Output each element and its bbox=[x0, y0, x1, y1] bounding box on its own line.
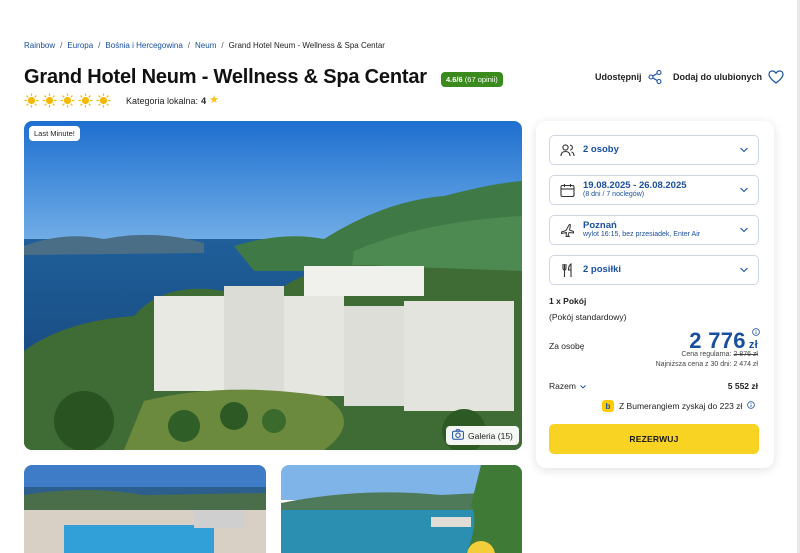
sun-icon bbox=[60, 93, 75, 108]
share-label: Udostępnij bbox=[595, 72, 642, 82]
regular-price: Cena regularna: 2 876 zł bbox=[681, 351, 758, 358]
breadcrumb-link-bosnia[interactable]: Bośnia i Hercegowina bbox=[105, 41, 182, 50]
price-currency: zł bbox=[748, 339, 758, 351]
lowest-price: Najniższa cena z 30 dni: 2 474 zł bbox=[656, 361, 758, 368]
share-button[interactable]: Udostępnij bbox=[595, 70, 662, 84]
bumerang-logo-icon: b bbox=[602, 400, 614, 412]
share-icon bbox=[647, 70, 662, 84]
rating-badge[interactable]: 4.6/6 (67 opinii) bbox=[441, 72, 503, 87]
rating-value: 4.6/6 bbox=[446, 75, 463, 84]
gallery-label: Galeria (15) bbox=[468, 430, 513, 441]
total-value: 5 552 zł bbox=[727, 381, 758, 391]
main-hotel-photo[interactable] bbox=[24, 121, 522, 450]
dates-select[interactable]: 19.08.2025 - 26.08.2025 (8 dni / 7 nocle… bbox=[549, 175, 759, 205]
meals-label: 2 posiłki bbox=[583, 263, 622, 275]
thumbnail-photo-pool[interactable] bbox=[24, 465, 266, 553]
category-suns bbox=[24, 93, 111, 108]
chevron-down-icon bbox=[740, 147, 748, 153]
regular-price-label: Cena regularna: bbox=[681, 351, 732, 358]
breadcrumb-separator: / bbox=[60, 41, 63, 50]
breadcrumb-separator: / bbox=[221, 41, 224, 50]
flight-label: Poznań bbox=[583, 219, 617, 231]
chevron-down-icon bbox=[740, 267, 748, 273]
info-icon[interactable] bbox=[747, 401, 756, 411]
dates-label: 19.08.2025 - 26.08.2025 bbox=[583, 179, 687, 191]
sun-icon bbox=[96, 93, 111, 108]
total-toggle[interactable]: Razem bbox=[549, 381, 586, 391]
lowest-price-value: 2 474 zł bbox=[733, 361, 758, 368]
chevron-down-icon bbox=[740, 227, 748, 233]
room-type: (Pokój standardowy) bbox=[549, 312, 627, 322]
calendar-icon bbox=[560, 183, 575, 198]
cutlery-icon bbox=[560, 262, 575, 278]
plane-icon bbox=[560, 223, 575, 238]
reserve-button[interactable]: REZERWUJ bbox=[549, 424, 759, 454]
favorite-button[interactable]: Dodaj do ulubionych bbox=[673, 70, 784, 84]
persons-label: 2 osoby bbox=[583, 143, 619, 155]
meals-select[interactable]: 2 posiłki bbox=[549, 255, 759, 285]
sun-icon bbox=[42, 93, 57, 108]
persons-select[interactable]: 2 osoby bbox=[549, 135, 759, 165]
regular-price-value: 2 876 zł bbox=[733, 351, 758, 358]
flight-select[interactable]: Poznań wylot 16:15, bez przesiadek, Ente… bbox=[549, 215, 759, 245]
favorite-label: Dodaj do ulubionych bbox=[673, 72, 762, 82]
info-icon[interactable] bbox=[752, 328, 760, 336]
local-category: Kategoria lokalna: 4 ★ bbox=[126, 95, 219, 106]
breadcrumb-current: Grand Hotel Neum - Wellness & Spa Centar bbox=[228, 41, 385, 50]
breadcrumb-link-europa[interactable]: Europa bbox=[67, 41, 93, 50]
camera-icon bbox=[452, 429, 464, 442]
local-category-label: Kategoria lokalna: bbox=[126, 95, 199, 106]
total-label: Razem bbox=[549, 381, 576, 391]
breadcrumb-link-neum[interactable]: Neum bbox=[195, 41, 216, 50]
chevron-down-icon bbox=[740, 187, 748, 193]
page-title: Grand Hotel Neum - Wellness & Spa Centar bbox=[24, 66, 427, 88]
bumerang-info: b Z Bumerangiem zyskaj do 223 zł bbox=[602, 400, 756, 412]
breadcrumb: Rainbow / Europa / Bośnia i Hercegowina … bbox=[24, 41, 385, 50]
lowest-price-label: Najniższa cena z 30 dni: bbox=[655, 361, 732, 368]
thumbnail-photo-coast[interactable] bbox=[281, 465, 522, 553]
breadcrumb-separator: / bbox=[187, 41, 191, 50]
rating-count: (67 opinii) bbox=[464, 75, 498, 84]
booking-panel: 2 osoby 19.08.2025 - 26.08.2025 (8 dni /… bbox=[536, 121, 774, 468]
breadcrumb-separator: / bbox=[98, 41, 101, 50]
sun-icon bbox=[24, 93, 39, 108]
gallery-button[interactable]: Galeria (15) bbox=[446, 426, 519, 445]
last-minute-badge: Last Minute! bbox=[29, 126, 80, 141]
flight-sub: wylot 16:15, bez przesiadek, Enter Air bbox=[583, 231, 701, 239]
dates-sub: (8 dni / 7 noclegów) bbox=[583, 191, 645, 199]
bumerang-label: Z Bumerangiem zyskaj do 223 zł bbox=[619, 401, 743, 411]
sun-icon bbox=[78, 93, 93, 108]
local-category-value: 4 bbox=[201, 95, 207, 106]
room-count: 1 x Pokój bbox=[549, 296, 587, 306]
star-icon: ★ bbox=[209, 94, 219, 106]
chevron-down-icon bbox=[580, 381, 586, 391]
per-person-label: Za osobę bbox=[549, 341, 585, 351]
persons-icon bbox=[560, 143, 575, 158]
breadcrumb-link-rainbow[interactable]: Rainbow bbox=[24, 41, 55, 50]
heart-icon bbox=[768, 70, 784, 84]
